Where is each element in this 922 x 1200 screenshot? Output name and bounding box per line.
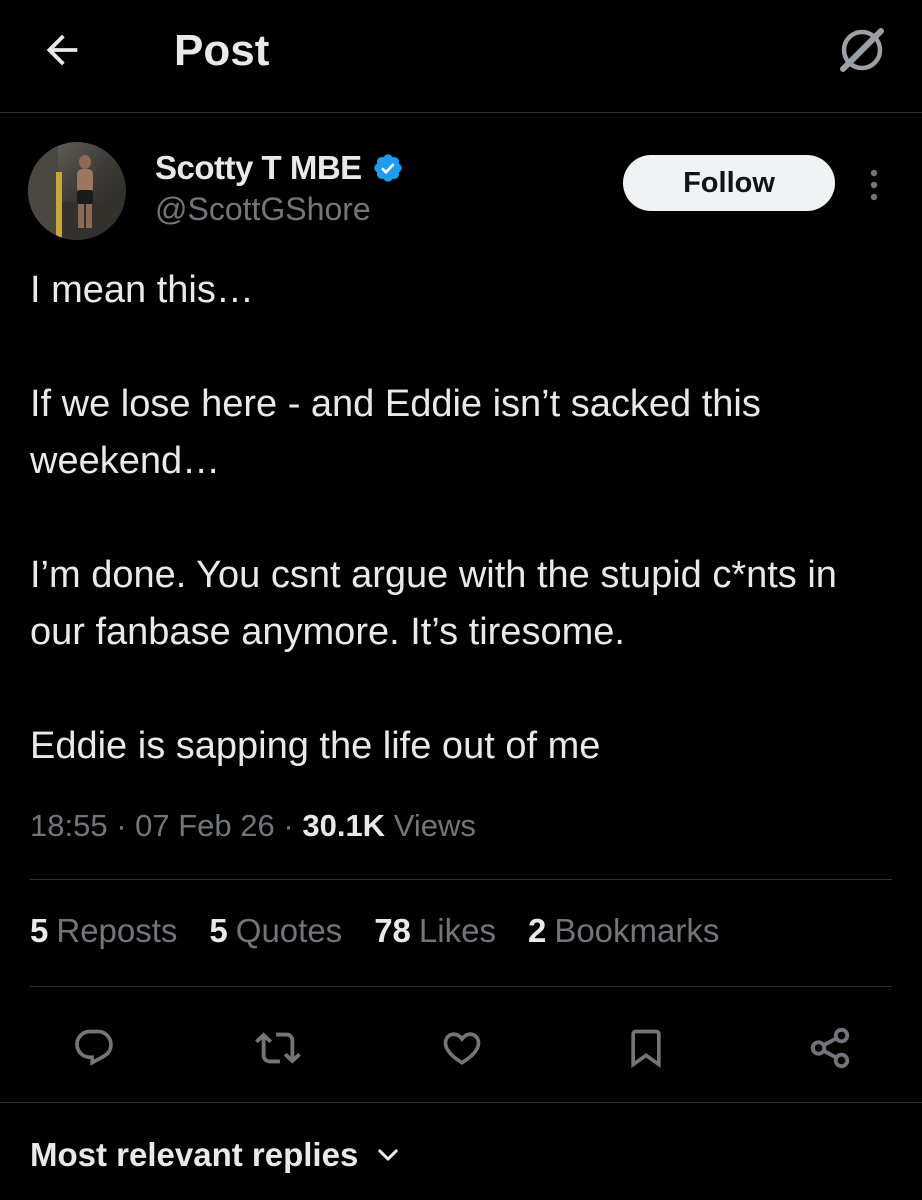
avatar[interactable] (28, 142, 126, 240)
bookmarks-label: Bookmarks (554, 912, 720, 949)
like-button[interactable] (434, 1020, 490, 1076)
actions-divider (0, 1102, 922, 1103)
tweet-paragraph: Eddie is sapping the life out of me (30, 725, 601, 767)
replies-sort-dropdown[interactable]: Most relevant replies (30, 1136, 402, 1174)
bookmarks-count: 2 (527, 912, 547, 949)
tweet-date[interactable]: 07 Feb 26 (135, 808, 275, 843)
follow-button[interactable]: Follow (623, 155, 835, 211)
tweet-paragraph: I mean this… (30, 269, 254, 311)
arrow-left-icon (46, 34, 78, 66)
quotes-count: 5 (209, 912, 228, 949)
grok-icon (840, 28, 884, 72)
stats-divider (30, 986, 892, 987)
bookmark-button[interactable] (618, 1020, 674, 1076)
more-vertical-icon (870, 169, 878, 201)
action-bar (0, 1010, 922, 1082)
repost-button[interactable] (250, 1020, 306, 1076)
tweet-paragraph: I’m done. You csnt argue with the stupid… (30, 554, 837, 653)
verified-badge-icon (374, 154, 402, 182)
grok-button[interactable] (832, 22, 892, 78)
reply-button[interactable] (66, 1020, 122, 1076)
avatar-image (28, 142, 126, 240)
reposts-stat[interactable]: 5 Reposts (30, 912, 177, 950)
engagement-stats: 5 Reposts 5 Quotes 78 Likes 2 Bookmarks (30, 912, 751, 950)
quotes-stat[interactable]: 5 Quotes (209, 912, 342, 950)
quotes-label: Quotes (235, 912, 343, 949)
reposts-count: 5 (30, 912, 49, 949)
bookmark-icon (631, 1029, 661, 1069)
likes-count: 78 (374, 912, 411, 949)
back-button[interactable] (34, 22, 90, 78)
tweet-paragraph: If we lose here - and Eddie isn’t sacked… (30, 383, 761, 482)
replies-sort-label: Most relevant replies (30, 1136, 359, 1173)
author-handle[interactable]: @ScottGShore (155, 191, 371, 228)
meta-separator: · (283, 808, 294, 843)
tweet-meta: 18:55 · 07 Feb 26 · 30.1K Views (30, 808, 476, 844)
likes-label: Likes (418, 912, 496, 949)
meta-divider (30, 879, 892, 880)
meta-separator: · (116, 808, 127, 843)
more-options-button[interactable] (858, 160, 890, 210)
top-bar: Post (0, 0, 922, 104)
likes-stat[interactable]: 78 Likes (374, 912, 496, 950)
repost-icon (255, 1032, 301, 1064)
reposts-label: Reposts (56, 912, 178, 949)
tweet-time[interactable]: 18:55 (30, 808, 108, 843)
display-name[interactable]: Scotty T MBE (155, 149, 362, 187)
views-label: Views (393, 808, 476, 843)
display-name-row: Scotty T MBE (155, 148, 404, 188)
header-divider (0, 112, 922, 113)
bookmarks-stat[interactable]: 2 Bookmarks (528, 912, 719, 950)
like-icon (443, 1032, 481, 1065)
share-button[interactable] (802, 1020, 858, 1076)
page-title: Post (174, 26, 270, 75)
share-icon (810, 1027, 850, 1069)
views-count: 30.1K (302, 808, 386, 843)
chevron-down-icon (378, 1149, 398, 1161)
tweet-text: I mean this… If we lose here - and Eddie… (30, 262, 900, 775)
reply-icon (75, 1029, 113, 1066)
